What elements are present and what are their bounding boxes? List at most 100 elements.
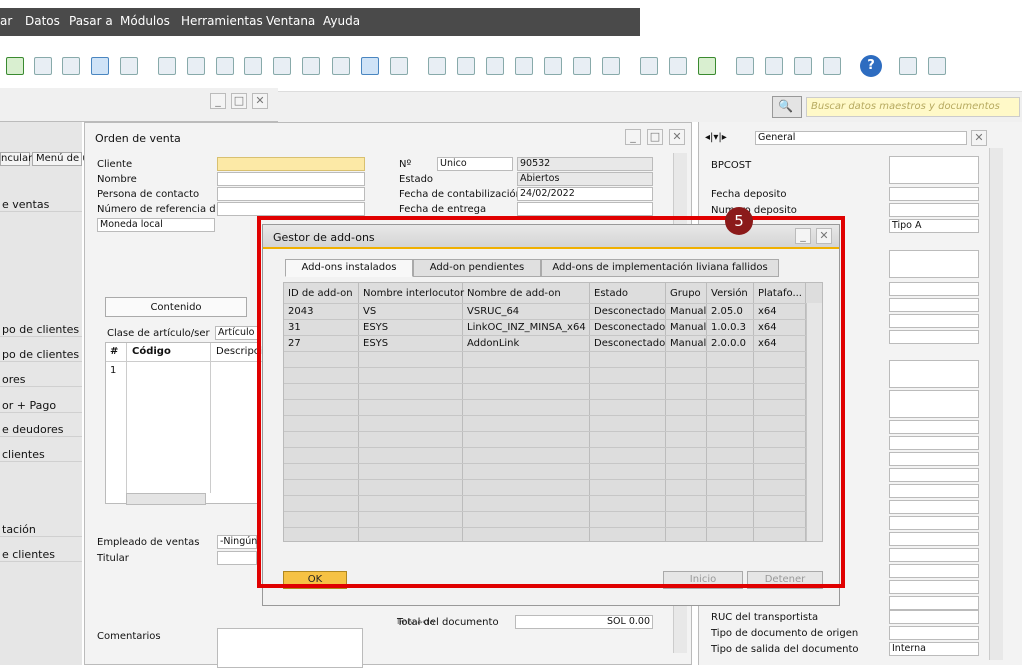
- menu-item-herramientas[interactable]: Herramientas: [181, 14, 263, 28]
- gross-profit-icon[interactable]: [544, 57, 562, 75]
- journal-icon[interactable]: [486, 57, 504, 75]
- tab-user-menu[interactable]: Menú de u: [32, 152, 89, 166]
- previous-record-icon[interactable]: [244, 57, 262, 75]
- navigation-icons[interactable]: ◂|▾|▸: [705, 132, 727, 143]
- edit-icon[interactable]: [640, 57, 658, 75]
- list-item[interactable]: or + Pago: [0, 399, 82, 413]
- user-field[interactable]: [889, 282, 979, 296]
- remarks-field[interactable]: [217, 628, 363, 668]
- menu-item-datos[interactable]: Datos: [25, 14, 60, 28]
- refresh-icon[interactable]: [332, 57, 350, 75]
- user-field[interactable]: [889, 314, 979, 328]
- user-field[interactable]: [889, 484, 979, 498]
- contact-field[interactable]: [217, 187, 365, 201]
- menu-item-pasar-a[interactable]: Pasar a: [69, 14, 113, 28]
- doc-number-field[interactable]: 90532: [517, 157, 653, 171]
- close-icon[interactable]: ✕: [252, 93, 268, 109]
- widget-icon[interactable]: [899, 57, 917, 75]
- user-field[interactable]: [889, 564, 979, 578]
- list-item[interactable]: e deudores: [0, 423, 82, 437]
- menu-item-archivo[interactable]: ar: [0, 14, 12, 28]
- bpcost-field[interactable]: [889, 156, 979, 184]
- next-record-icon[interactable]: [273, 57, 291, 75]
- reference-field[interactable]: [217, 202, 365, 216]
- owner-field[interactable]: [217, 551, 257, 565]
- list-item[interactable]: e ventas: [0, 198, 82, 212]
- payment-icon[interactable]: [515, 57, 533, 75]
- user-field[interactable]: [889, 360, 979, 388]
- output-type-select[interactable]: Interna: [889, 642, 979, 656]
- item-type-select[interactable]: Artículo: [215, 326, 261, 340]
- tab-modules[interactable]: ncular: [0, 152, 32, 166]
- list-item[interactable]: po de clientes: [0, 348, 82, 362]
- list-item[interactable]: clientes: [0, 448, 82, 462]
- maximize-icon[interactable]: □: [647, 129, 663, 145]
- deposit-number-field[interactable]: [889, 203, 979, 217]
- user-field[interactable]: [889, 548, 979, 562]
- user-field[interactable]: [889, 390, 979, 418]
- last-record-icon[interactable]: [302, 57, 320, 75]
- close-icon[interactable]: ✕: [669, 129, 685, 145]
- alerts-icon[interactable]: [765, 57, 783, 75]
- target-document-icon[interactable]: [457, 57, 475, 75]
- filter-icon[interactable]: [361, 57, 379, 75]
- user-field[interactable]: [889, 500, 979, 514]
- vertical-scrollbar[interactable]: [989, 148, 1003, 660]
- user-field[interactable]: [889, 596, 979, 610]
- currency-select[interactable]: Moneda local: [97, 218, 215, 232]
- menu-item-ventana[interactable]: Ventana: [266, 14, 315, 28]
- deposit-date-field[interactable]: [889, 187, 979, 201]
- settings-icon[interactable]: [669, 57, 687, 75]
- volume-weight-icon[interactable]: [573, 57, 591, 75]
- pdf-export-icon[interactable]: [62, 57, 80, 75]
- user-field[interactable]: [889, 452, 979, 466]
- series-select[interactable]: Unico: [437, 157, 513, 171]
- minimize-icon[interactable]: _: [625, 129, 641, 145]
- origin-doc-type-field[interactable]: [889, 626, 979, 640]
- find-icon[interactable]: [158, 57, 176, 75]
- list-item[interactable]: tación: [0, 523, 82, 537]
- search-input[interactable]: Buscar datos maestros y documentos: [806, 97, 1020, 117]
- category-select[interactable]: General: [755, 131, 967, 145]
- menu-item-modulos[interactable]: Módulos: [120, 14, 170, 28]
- excel-export-icon[interactable]: [6, 57, 24, 75]
- user-field[interactable]: [889, 420, 979, 434]
- user-field[interactable]: [889, 580, 979, 594]
- lock-icon[interactable]: [120, 57, 138, 75]
- user-field[interactable]: [889, 516, 979, 530]
- tab-contents[interactable]: Contenido: [105, 297, 247, 317]
- sort-icon[interactable]: [390, 57, 408, 75]
- calendar-icon[interactable]: [794, 57, 812, 75]
- search-icon[interactable]: 🔍: [772, 96, 802, 118]
- dashboard-icon[interactable]: [928, 57, 946, 75]
- carrier-ruc-field[interactable]: [889, 610, 979, 624]
- layout-icon[interactable]: [602, 57, 620, 75]
- user-field[interactable]: [889, 250, 979, 278]
- horizontal-scrollbar[interactable]: [126, 493, 206, 505]
- form-settings-icon[interactable]: [698, 57, 716, 75]
- user-field[interactable]: [889, 532, 979, 546]
- list-item[interactable]: po de clientes: [0, 323, 82, 337]
- user-field[interactable]: [889, 468, 979, 482]
- minimize-icon[interactable]: _: [210, 93, 226, 109]
- delivery-date-field[interactable]: [517, 202, 653, 216]
- maximize-icon[interactable]: □: [231, 93, 247, 109]
- base-document-icon[interactable]: [428, 57, 446, 75]
- first-record-icon[interactable]: [216, 57, 234, 75]
- word-export-icon[interactable]: [34, 57, 52, 75]
- help-icon[interactable]: ?: [860, 55, 882, 77]
- list-item[interactable]: ores: [0, 373, 82, 387]
- move-icon[interactable]: [91, 57, 109, 75]
- messages-icon[interactable]: [736, 57, 754, 75]
- user-field[interactable]: [889, 436, 979, 450]
- sales-employee-select[interactable]: -Ningún: [217, 535, 257, 549]
- type-select[interactable]: Tipo A: [889, 219, 979, 233]
- close-icon[interactable]: ✕: [971, 130, 987, 146]
- posting-date-field[interactable]: 24/02/2022: [517, 187, 653, 201]
- user-field[interactable]: [889, 298, 979, 312]
- menu-item-ayuda[interactable]: Ayuda: [323, 14, 360, 28]
- hierarchy-icon[interactable]: [823, 57, 841, 75]
- add-record-icon[interactable]: [187, 57, 205, 75]
- customer-field[interactable]: [217, 157, 365, 171]
- name-field[interactable]: [217, 172, 365, 186]
